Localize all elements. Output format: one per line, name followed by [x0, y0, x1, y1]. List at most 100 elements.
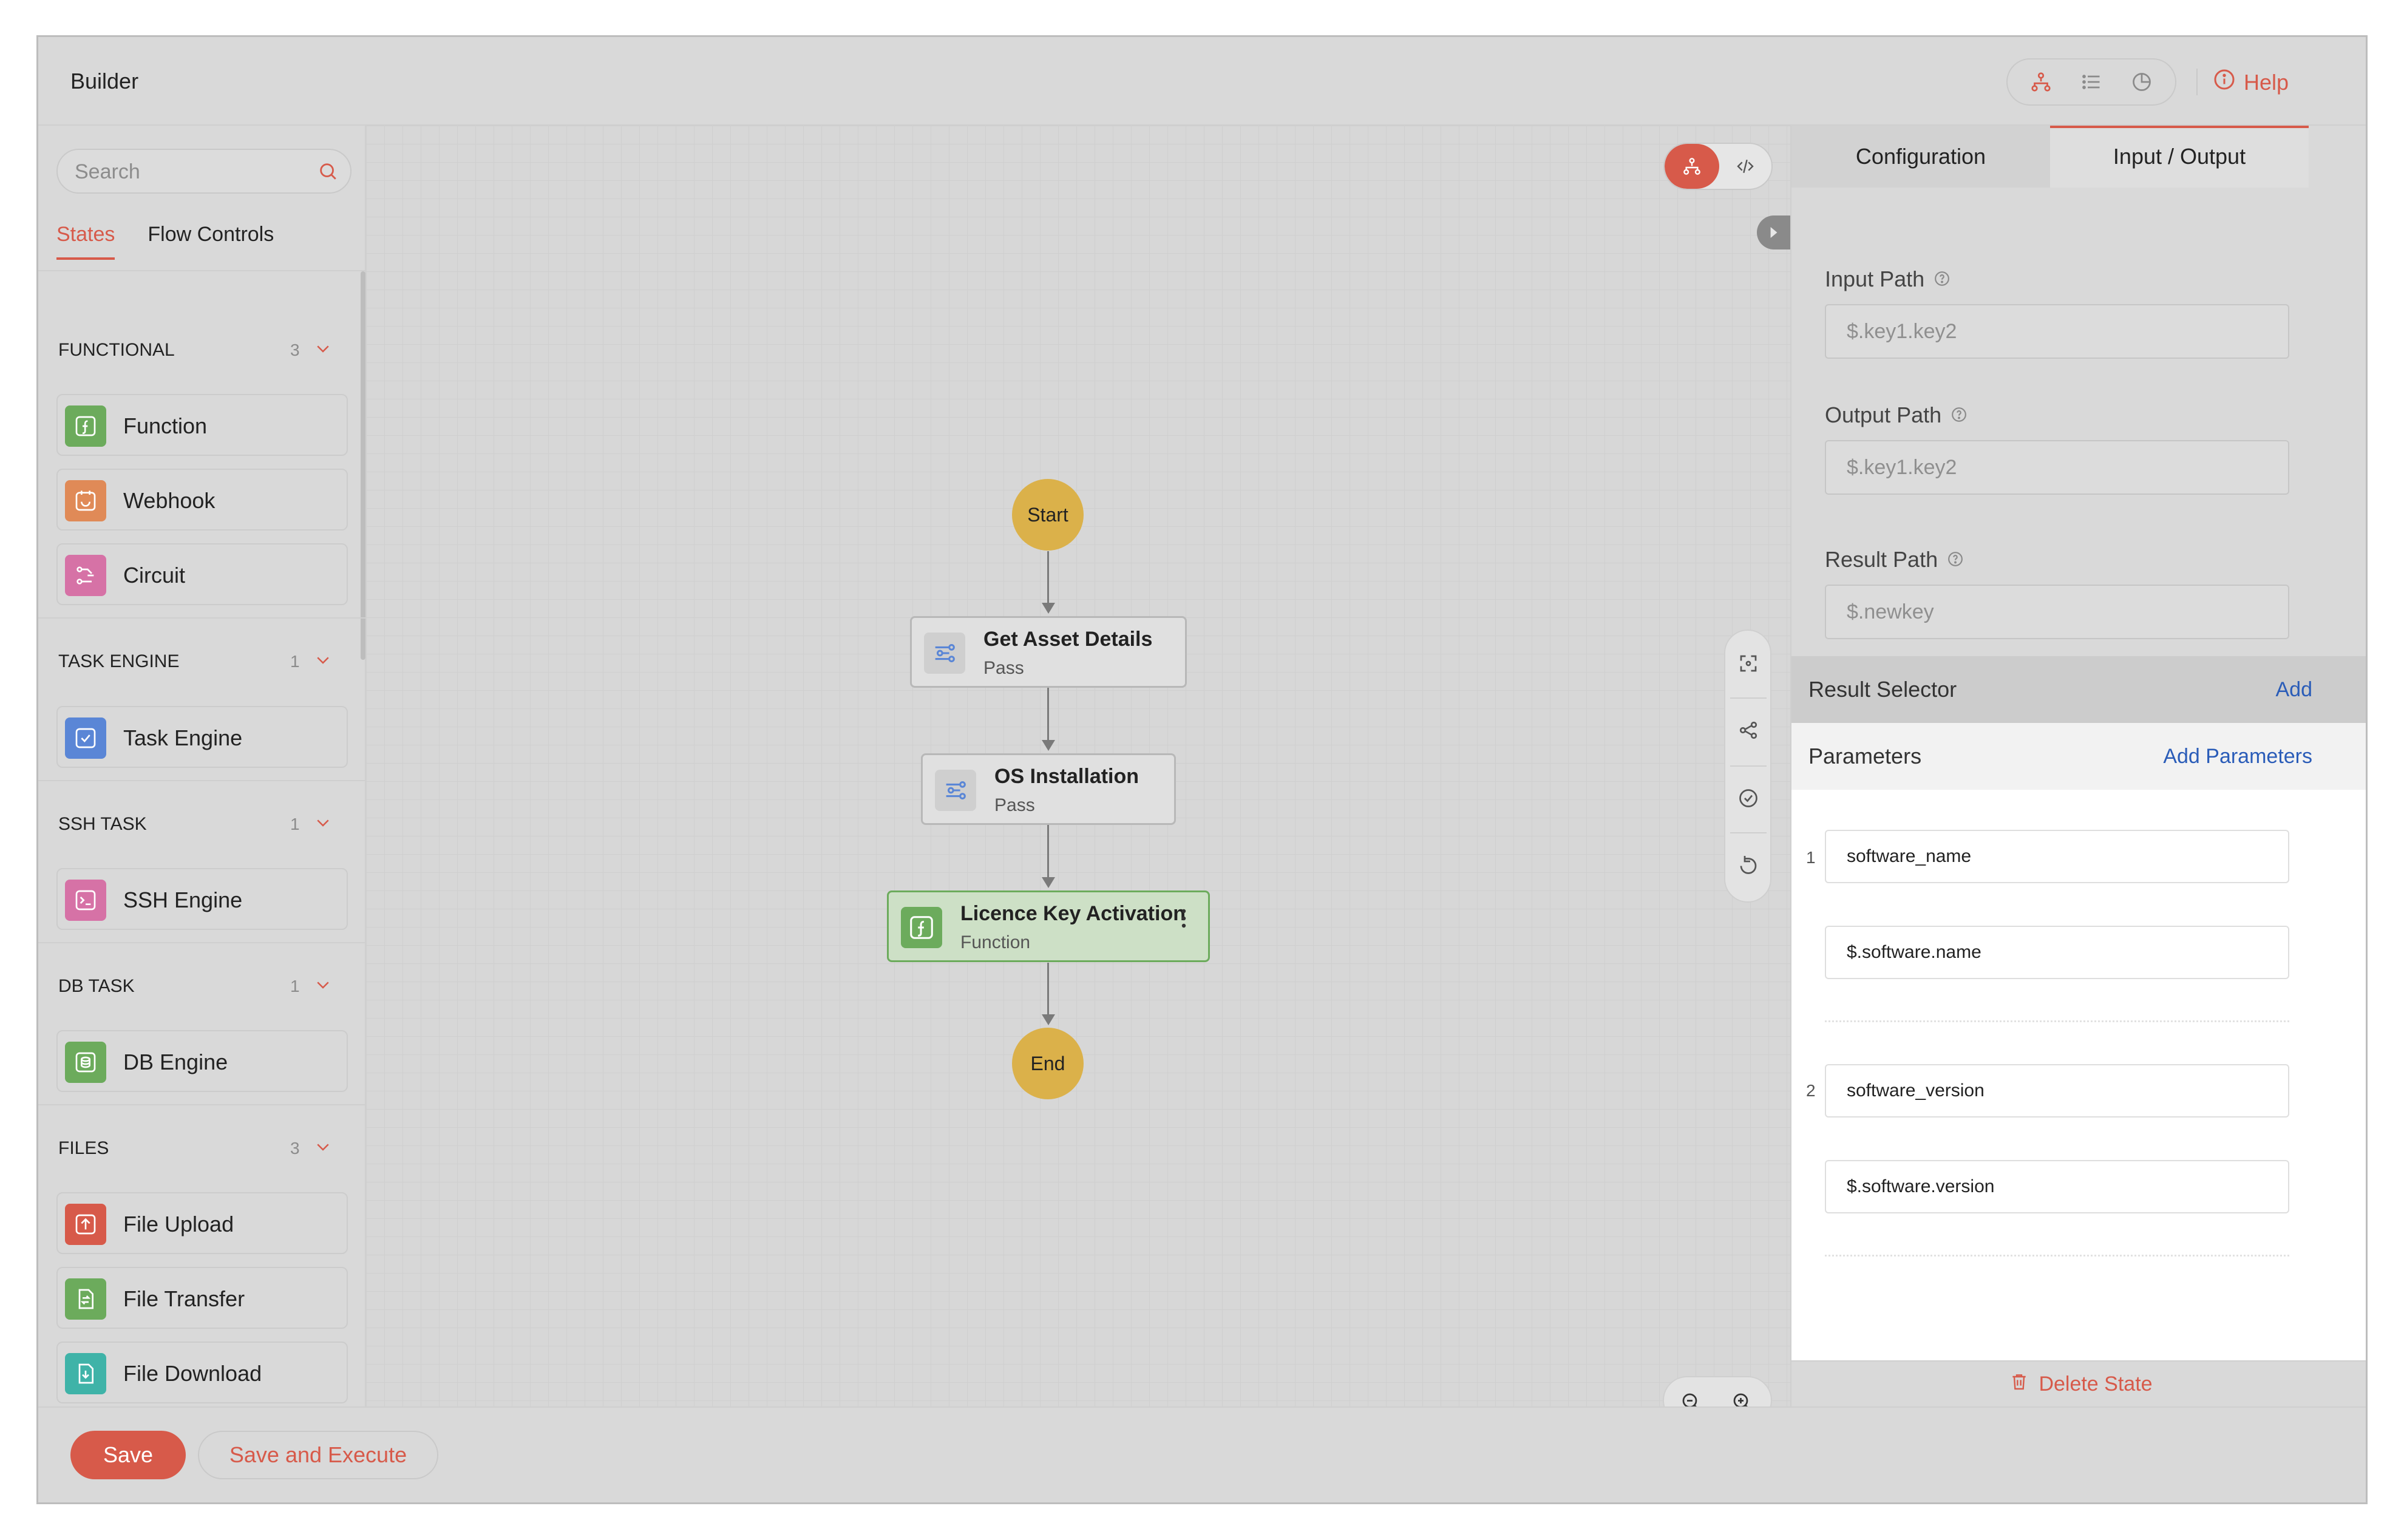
help-icon[interactable] — [1934, 266, 1950, 292]
sidebar-scrollbar[interactable] — [361, 271, 365, 660]
input-path-field[interactable] — [1825, 304, 2289, 359]
chevron-down-icon[interactable] — [313, 1138, 333, 1159]
delete-state-button[interactable]: Delete State — [1791, 1360, 2366, 1406]
parameter-key-field[interactable]: software_version — [1825, 1064, 2289, 1118]
footer-bar: Save Save and Execute — [38, 1406, 2366, 1502]
function-icon — [901, 907, 942, 948]
node-title: Licence Key Activation — [960, 902, 1186, 925]
divider — [1730, 697, 1767, 699]
canvas-toolbar — [1724, 629, 1771, 903]
flow-edge — [1047, 551, 1049, 611]
pass-icon — [935, 770, 976, 811]
state-item-ssh-engine[interactable]: SSH Engine — [56, 868, 348, 930]
save-button[interactable]: Save — [70, 1431, 186, 1479]
result-path-label: Result Path — [1825, 547, 1963, 572]
state-item-file-download[interactable]: File Download — [56, 1342, 348, 1403]
divider — [1730, 765, 1767, 767]
list-icon[interactable] — [2074, 65, 2108, 99]
tab-configuration[interactable]: Configuration — [1791, 126, 2050, 188]
state-item-webhook[interactable]: Webhook — [56, 469, 348, 531]
result-selector-header: Result Selector Add — [1791, 656, 2366, 723]
state-item-file-upload[interactable]: File Upload — [56, 1192, 348, 1254]
view-switcher — [2006, 58, 2176, 106]
state-item-task-engine[interactable]: Task Engine — [56, 706, 348, 768]
chevron-down-icon[interactable] — [313, 813, 333, 835]
trash-icon — [2009, 1371, 2029, 1397]
chevron-down-icon[interactable] — [313, 651, 333, 672]
sidebar-tabs: States Flow Controls — [56, 223, 274, 260]
category-files: FILES — [58, 1138, 109, 1158]
more-options-icon[interactable] — [1181, 908, 1186, 932]
webhook-icon — [65, 480, 106, 521]
visual-mode-icon[interactable] — [1665, 144, 1719, 189]
validate-icon[interactable] — [1736, 786, 1761, 810]
result-path-field[interactable] — [1825, 585, 2289, 639]
state-item-function[interactable]: Function — [56, 394, 348, 456]
state-node-os-installation[interactable]: OS Installation Pass — [921, 753, 1176, 825]
parameter-index: 2 — [1806, 1081, 1816, 1100]
divider — [2196, 69, 2198, 95]
state-item-label: File Download — [123, 1361, 262, 1386]
search-icon[interactable] — [317, 161, 338, 185]
top-bar: Builder Help — [38, 37, 2366, 126]
category-ssh-task: SSH TASK — [58, 814, 147, 834]
node-title: OS Installation — [994, 765, 1139, 788]
parameter-value-field[interactable]: $.software.version — [1825, 1160, 2289, 1213]
tab-states[interactable]: States — [56, 223, 115, 260]
circuit-icon — [65, 555, 106, 596]
function-icon — [65, 405, 106, 447]
divider — [38, 270, 366, 271]
start-node[interactable]: Start — [1012, 479, 1084, 551]
add-parameters-button[interactable]: Add Parameters — [2163, 745, 2312, 768]
divider — [1730, 832, 1767, 833]
state-item-db-engine[interactable]: DB Engine — [56, 1030, 348, 1092]
help-icon[interactable] — [1947, 547, 1963, 572]
state-node-licence-key-activation[interactable]: Licence Key Activation Function — [887, 890, 1210, 962]
sidebar: States Flow Controls FUNCTIONAL 3 Functi… — [38, 126, 366, 1406]
auto-layout-icon[interactable] — [1736, 718, 1761, 742]
chevron-down-icon[interactable] — [313, 339, 333, 361]
flow-edge — [1047, 688, 1049, 748]
add-result-selector-button[interactable]: Add — [2276, 678, 2313, 702]
search-box — [56, 149, 351, 194]
search-input[interactable] — [75, 158, 305, 185]
divider — [38, 942, 366, 943]
tab-flow-controls[interactable]: Flow Controls — [148, 223, 274, 260]
reset-icon[interactable] — [1736, 853, 1761, 877]
flow-arrow — [1042, 1014, 1055, 1025]
state-item-circuit[interactable]: Circuit — [56, 543, 348, 605]
category-count: 1 — [290, 815, 300, 833]
state-item-label: Circuit — [123, 563, 186, 588]
code-mode-icon[interactable] — [1719, 144, 1771, 189]
node-type: Pass — [983, 658, 1024, 678]
state-item-file-transfer[interactable]: File Transfer — [56, 1267, 348, 1329]
file-transfer-icon — [65, 1278, 106, 1320]
workflow-icon[interactable] — [2024, 65, 2058, 99]
parameter-key-field[interactable]: software_name — [1825, 830, 2289, 883]
tab-input-output[interactable]: Input / Output — [2050, 126, 2309, 188]
category-count: 1 — [290, 977, 300, 996]
state-node-get-asset-details[interactable]: Get Asset Details Pass — [910, 616, 1187, 688]
fit-screen-icon[interactable] — [1736, 651, 1761, 676]
end-node[interactable]: End — [1012, 1028, 1084, 1099]
divider — [38, 1104, 366, 1105]
history-icon[interactable] — [2125, 65, 2159, 99]
pass-icon — [924, 633, 965, 674]
category-functional: FUNCTIONAL — [58, 340, 175, 360]
flow-arrow — [1042, 740, 1055, 751]
output-path-field[interactable] — [1825, 440, 2289, 495]
category-count: 3 — [290, 341, 300, 359]
chevron-down-icon[interactable] — [313, 975, 333, 997]
workflow-canvas[interactable]: Start Get Asset Details Pass OS Installa… — [366, 126, 1790, 1425]
parameter-value-field[interactable]: $.software.name — [1825, 926, 2289, 979]
node-type: Pass — [994, 795, 1035, 815]
parameters-list: 1 software_name $.software.name 2 softwa… — [1791, 790, 2366, 1360]
state-item-label: Task Engine — [123, 725, 243, 750]
collapse-panel-button[interactable] — [1757, 215, 1790, 249]
help-link[interactable]: Help — [2213, 69, 2289, 96]
help-icon[interactable] — [1951, 402, 1967, 428]
category-db-task: DB TASK — [58, 976, 135, 996]
output-path-label: Output Path — [1825, 402, 1967, 428]
delete-state-label: Delete State — [2039, 1372, 2153, 1396]
save-and-execute-button[interactable]: Save and Execute — [198, 1431, 438, 1479]
